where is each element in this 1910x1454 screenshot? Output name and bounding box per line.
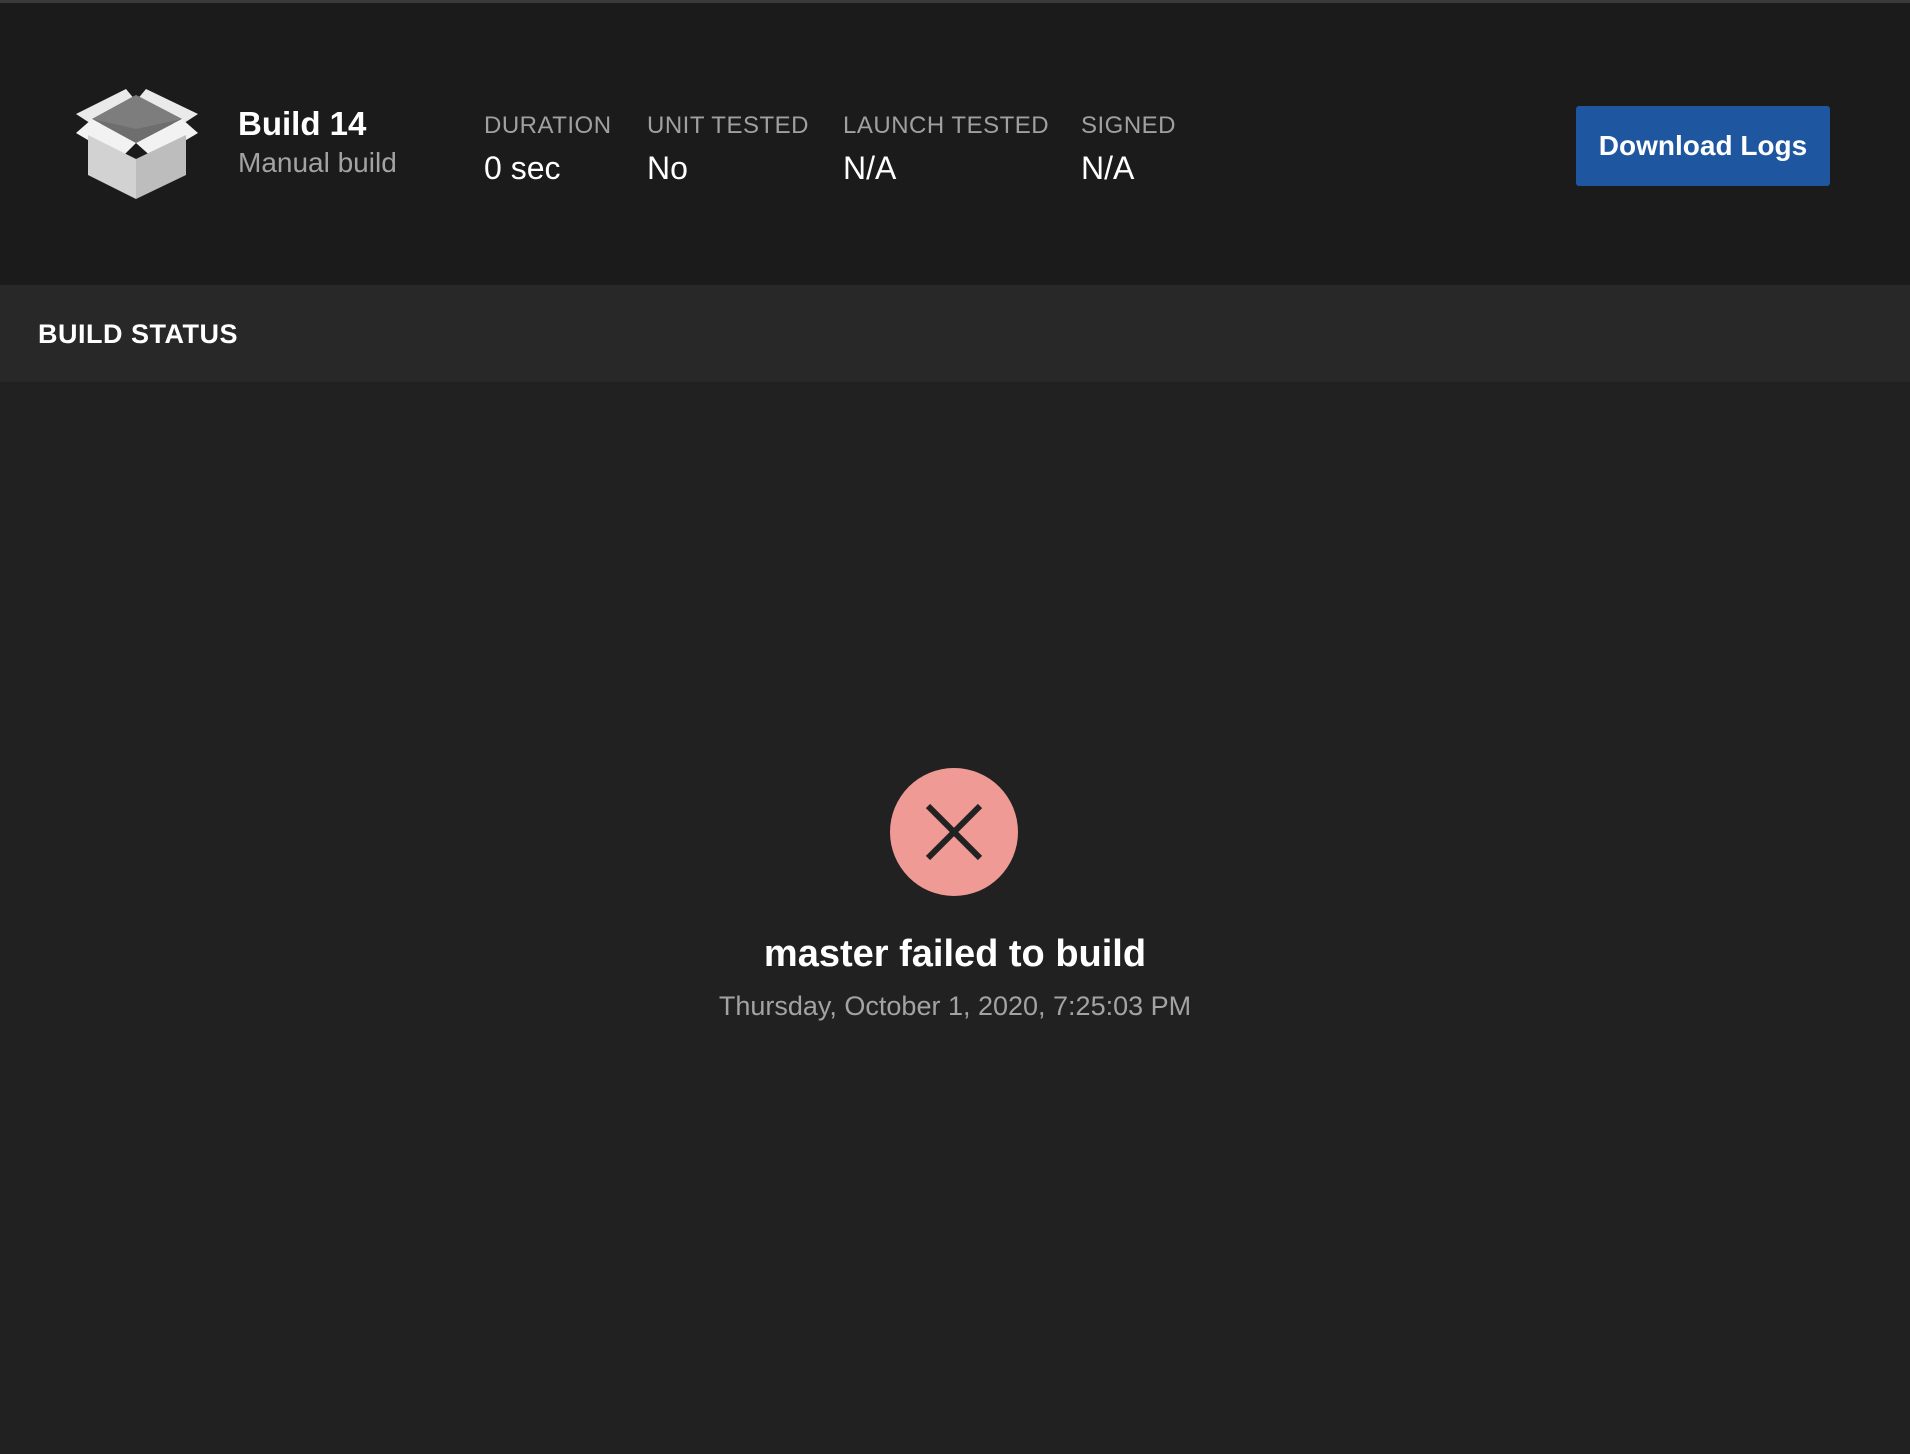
status-timestamp: Thursday, October 1, 2020, 7:25:03 PM <box>718 991 1192 1021</box>
stat-value: 0 sec <box>484 150 561 186</box>
stat-unit-tested: UNIT TESTED No <box>647 111 809 191</box>
section-title: BUILD STATUS <box>38 319 238 349</box>
status-message: master failed to build <box>763 933 1147 975</box>
failed-x-icon <box>890 768 1018 896</box>
build-header: Build 14 Manual build DURATION 0 sec UNI… <box>0 3 1910 285</box>
stat-label: LAUNCH TESTED <box>843 112 1050 139</box>
stat-label: DURATION <box>484 112 612 139</box>
build-title-block: Build 14 Manual build <box>238 104 397 182</box>
stat-launch-tested: LAUNCH TESTED N/A <box>843 111 1049 191</box>
download-logs-button[interactable]: Download Logs <box>1576 106 1830 186</box>
stat-duration: DURATION 0 sec <box>484 111 612 191</box>
build-status-section-header: BUILD STATUS <box>0 285 1910 382</box>
stat-label: SIGNED <box>1081 112 1177 139</box>
open-box-icon <box>76 89 198 199</box>
build-subtitle: Manual build <box>238 147 397 178</box>
build-status-content: master failed to build Thursday, October… <box>0 382 1910 1454</box>
stat-label: UNIT TESTED <box>647 112 809 139</box>
stat-value: N/A <box>1081 150 1135 186</box>
build-title: Build 14 <box>238 105 367 142</box>
build-detail-page: Build 14 Manual build DURATION 0 sec UNI… <box>0 0 1910 1454</box>
stat-signed: SIGNED N/A <box>1081 111 1176 191</box>
stat-value: N/A <box>843 150 897 186</box>
stat-value: No <box>647 150 688 186</box>
